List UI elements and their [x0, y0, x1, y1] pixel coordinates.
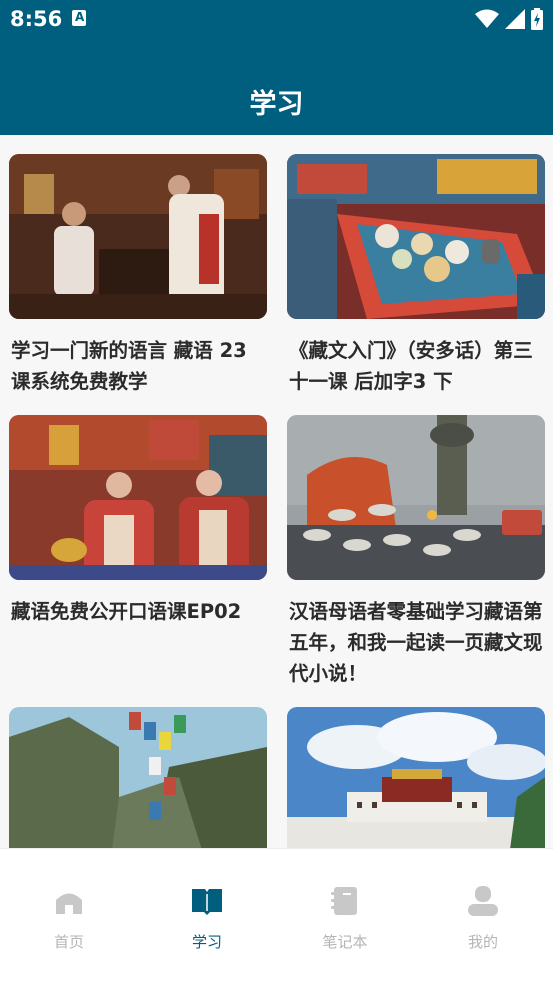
nav-item-home[interactable]: 首页 [0, 849, 138, 985]
nav-item-notebook[interactable]: 笔记本 [276, 849, 414, 985]
video-card[interactable]: 藏语免费公开口语课EP02 [9, 415, 267, 689]
content-feed[interactable]: 学习一门新的语言 藏语 23课系统免费教学 《藏文入门》（安多话）第三十一课 后… [0, 135, 553, 848]
nav-label-home: 首页 [53, 933, 84, 951]
home-icon [56, 893, 82, 914]
women-serving-tea-photo [9, 415, 267, 580]
wifi-icon [475, 9, 499, 28]
book-icon [192, 889, 222, 915]
status-bar: 8:56 [0, 0, 553, 40]
nav-label-study: 学习 [191, 933, 222, 951]
video-card[interactable]: 汉语母语者零基础学习藏语第五年，和我一起读一页藏文现代小说！ [287, 415, 545, 689]
status-time: 8:56 [10, 7, 63, 31]
notebook-icon [331, 887, 357, 915]
nav-label-notebook: 笔记本 [322, 933, 368, 951]
notification-icon [72, 10, 86, 26]
nav-item-study[interactable]: 学习 [138, 849, 276, 985]
couple-in-tibetan-house-photo [9, 154, 267, 319]
video-card[interactable] [9, 707, 267, 848]
nav-label-profile: 我的 [467, 933, 498, 951]
nav-item-profile[interactable]: 我的 [414, 849, 552, 985]
card-title: 《藏文入门》（安多话）第三十一课 后加字3 下 [289, 339, 533, 393]
video-card[interactable]: 《藏文入门》（安多话）第三十一课 后加字3 下 [287, 154, 545, 397]
video-card[interactable] [287, 707, 545, 848]
page-title: 学习 [249, 89, 304, 120]
card-title: 学习一门新的语言 藏语 23课系统免费教学 [11, 339, 247, 393]
card-title: 汉语母语者零基础学习藏语第五年，和我一起读一页藏文现代小说！ [289, 600, 543, 685]
butter-lamps-photo [287, 415, 545, 580]
app-bar: 学习 [0, 40, 553, 135]
prayer-flags-mountain-photo [9, 707, 267, 848]
card-title: 藏语免费公开口语课EP02 [11, 600, 242, 623]
battery-icon [531, 8, 543, 30]
card-grid: 学习一门新的语言 藏语 23课系统免费教学 《藏文入门》（安多话）第三十一课 后… [9, 154, 545, 848]
bottom-navigation: 首页 学习 笔记本 我的 [0, 848, 553, 985]
tibetan-table-meal-photo [287, 154, 545, 319]
potala-palace-photo [287, 707, 545, 848]
signal-icon [505, 9, 525, 29]
person-icon [468, 886, 498, 916]
video-card[interactable]: 学习一门新的语言 藏语 23课系统免费教学 [9, 154, 267, 397]
